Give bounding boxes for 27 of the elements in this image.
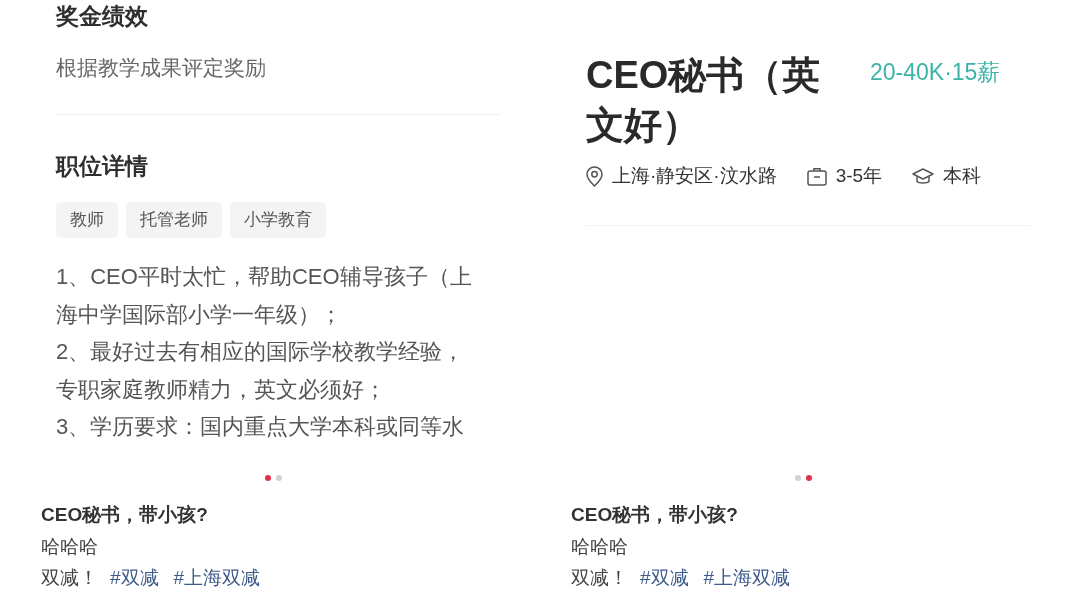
post-body-text: 哈哈哈 — [571, 535, 629, 559]
job-tag: 小学教育 — [230, 202, 326, 238]
hashtag-link[interactable]: #上海双减 — [703, 564, 791, 592]
graduation-cap-icon — [912, 167, 935, 185]
job-tag: 教师 — [56, 202, 118, 238]
section-heading: 奖金绩效 — [56, 2, 149, 31]
hashtag-link[interactable]: #上海双减 — [173, 564, 261, 592]
job-meta-text: 上海·静安区·汶水路 — [612, 164, 777, 188]
section-text: 根据教学成果评定奖励 — [56, 55, 267, 81]
requirement-text: 2、最好过去有相应的国际学校教学经验，专职家庭教师精力，英文必须好； — [56, 338, 466, 404]
requirement-text: 1、CEO平时太忙，帮助CEO辅导孩子（上海中学国际部小学一年级）； — [56, 263, 473, 329]
post-text: 双减！ — [41, 566, 98, 590]
job-meta-text: 本科 — [943, 164, 982, 188]
salary-text: 20-40K·15薪 — [870, 58, 1001, 87]
briefcase-icon — [806, 166, 827, 186]
post-text: 双减！ — [571, 566, 628, 590]
section-heading: 职位详情 — [56, 152, 149, 181]
hashtag-link[interactable]: #双减 — [110, 564, 159, 592]
job-tag: 托管老师 — [126, 202, 222, 238]
post-title: CEO秘书，带小孩? — [41, 503, 209, 527]
post-title: CEO秘书，带小孩? — [571, 503, 739, 527]
job-meta-text: 3-5年 — [835, 164, 883, 188]
hashtag-link[interactable]: #双减 — [640, 564, 689, 592]
location-pin-icon — [586, 165, 603, 187]
post-body-text: 哈哈哈 — [41, 535, 99, 559]
job-title: CEO秘书（英文好） — [586, 53, 822, 148]
requirement-text: 3、学历要求：国内重点大学本科或同等水 — [56, 413, 466, 442]
